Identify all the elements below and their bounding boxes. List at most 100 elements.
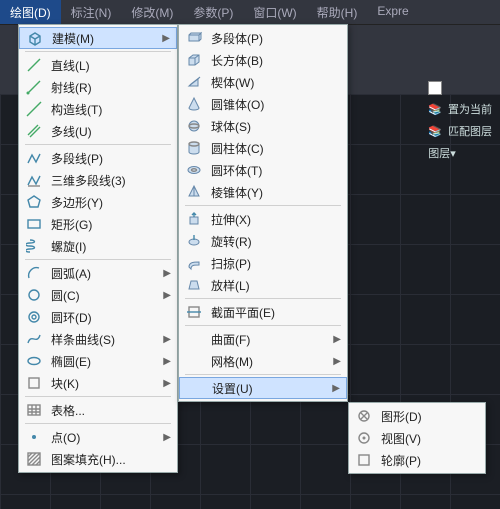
menu-item-label: 圆环体(T) — [211, 162, 341, 179]
torus-icon — [185, 161, 203, 179]
modeling-item[interactable]: 放样(L) — [179, 274, 347, 296]
modeling-item[interactable]: 扫掠(P) — [179, 252, 347, 274]
modeling-item[interactable]: 设置(U)▶ — [179, 377, 347, 399]
menu-item-label: 矩形(G) — [51, 216, 171, 233]
draw-item[interactable]: 多边形(Y) — [19, 191, 177, 213]
draw-item[interactable]: 块(K)▶ — [19, 372, 177, 394]
modeling-item[interactable]: 棱锥体(Y) — [179, 181, 347, 203]
menu-item[interactable]: 帮助(H) — [307, 0, 368, 24]
draw-item[interactable]: 椭圆(E)▶ — [19, 350, 177, 372]
menu-item-label: 建模(M) — [52, 30, 154, 47]
menu-item-label: 构造线(T) — [51, 101, 171, 118]
draw-item[interactable]: 射线(R) — [19, 76, 177, 98]
menu-item-label: 多线(U) — [51, 123, 171, 140]
menu-item[interactable]: 修改(M) — [121, 0, 183, 24]
draw-item[interactable]: 圆(C)▶ — [19, 284, 177, 306]
submenu-arrow-icon: ▶ — [162, 33, 170, 44]
menu-item-label: 圆(C) — [51, 287, 155, 304]
modeling-item[interactable]: 楔体(W) — [179, 71, 347, 93]
blank-icon — [185, 352, 203, 370]
menu-item-label: 多段体(P) — [211, 30, 341, 47]
menu-item-label: 拉伸(X) — [211, 211, 341, 228]
modeling-item[interactable]: 旋转(R) — [179, 230, 347, 252]
box-icon — [185, 51, 203, 69]
draw-item[interactable]: 构造线(T) — [19, 98, 177, 120]
separator — [185, 374, 341, 375]
menu-item-label: 多段线(P) — [51, 150, 171, 167]
separator — [185, 205, 341, 206]
modeling-item[interactable]: 球体(S) — [179, 115, 347, 137]
mline-icon — [25, 122, 43, 140]
circle-icon — [25, 286, 43, 304]
menu-item-label: 图案填充(H)... — [51, 451, 171, 468]
match-layer-button[interactable]: 匹配图层 — [448, 123, 492, 139]
menu-item-label: 螺旋(I) — [51, 238, 171, 255]
settings-item[interactable]: 图形(D) — [349, 405, 485, 427]
modeling-item[interactable]: 长方体(B) — [179, 49, 347, 71]
submenu-arrow-icon: ▶ — [163, 378, 171, 389]
menu-item[interactable]: 参数(P) — [183, 0, 243, 24]
ray-icon — [25, 78, 43, 96]
settings-item[interactable]: 轮廓(P) — [349, 449, 485, 471]
arc-icon — [25, 264, 43, 282]
menu-item-label: 圆环(D) — [51, 309, 171, 326]
pline3d-icon — [25, 171, 43, 189]
draw-menu: 建模(M) ▶ 直线(L) 射线(R) 构造线(T) 多线(U) 多段线(P) 三维多段线(3… — [18, 24, 178, 473]
modeling-item[interactable]: 圆柱体(C) — [179, 137, 347, 159]
menu-item[interactable]: Expre — [367, 0, 418, 24]
draw-item[interactable]: 直线(L) — [19, 54, 177, 76]
draw-item[interactable]: 三维多段线(3) — [19, 169, 177, 191]
draw-item[interactable]: 圆弧(A)▶ — [19, 262, 177, 284]
separator — [25, 51, 171, 52]
submenu-arrow-icon: ▶ — [163, 268, 171, 279]
menu-item-label: 图形(D) — [381, 408, 479, 425]
sweep-icon — [185, 254, 203, 272]
draw-item[interactable]: 点(O)▶ — [19, 426, 177, 448]
menu-item-label: 视图(V) — [381, 430, 479, 447]
menu-item-label: 点(O) — [51, 429, 155, 446]
modeling-item[interactable]: 网格(M)▶ — [179, 350, 347, 372]
draw-item[interactable]: 多段线(P) — [19, 147, 177, 169]
view-icon — [355, 429, 373, 447]
menu-item-label: 长方体(B) — [211, 52, 341, 69]
layer-dropdown[interactable]: 图层▾ — [428, 145, 456, 161]
menu-item[interactable]: 绘图(D) — [0, 0, 61, 24]
set-current-button[interactable]: 置为当前 — [448, 101, 492, 117]
loft-icon — [185, 276, 203, 294]
submenu-arrow-icon: ▶ — [163, 334, 171, 345]
submenu-arrow-icon: ▶ — [333, 356, 341, 367]
line-icon — [25, 56, 43, 74]
draw-item[interactable]: 建模(M) ▶ — [19, 27, 177, 49]
modeling-item[interactable]: 拉伸(X) — [179, 208, 347, 230]
revolve-icon — [185, 232, 203, 250]
menu-item-label: 放样(L) — [211, 277, 341, 294]
menu-item-label: 截面平面(E) — [211, 304, 341, 321]
modeling-item[interactable]: 曲面(F)▶ — [179, 328, 347, 350]
menu-item-label: 多边形(Y) — [51, 194, 171, 211]
menu-item[interactable]: 标注(N) — [61, 0, 122, 24]
menu-item-label: 扫掠(P) — [211, 255, 341, 272]
draw-item[interactable]: 多线(U) — [19, 120, 177, 142]
draw-item[interactable]: 表格... — [19, 399, 177, 421]
modeling-submenu: 多段体(P) 长方体(B) 楔体(W) 圆锥体(O)球体(S)圆柱体(C) 圆环体(T)… — [178, 24, 348, 402]
modeling-item[interactable]: 圆锥体(O) — [179, 93, 347, 115]
modeling-item[interactable]: 多段体(P) — [179, 27, 347, 49]
draw-item[interactable]: 图案填充(H)... — [19, 448, 177, 470]
draw-item[interactable]: 样条曲线(S)▶ — [19, 328, 177, 350]
draw-item[interactable]: 矩形(G) — [19, 213, 177, 235]
menu-item[interactable]: 窗口(W) — [243, 0, 306, 24]
settings-item[interactable]: 视图(V) — [349, 427, 485, 449]
modeling-item[interactable]: 圆环体(T) — [179, 159, 347, 181]
modeling-item[interactable]: 截面平面(E) — [179, 301, 347, 323]
separator — [25, 259, 171, 260]
blank-icon — [186, 379, 204, 397]
pline-icon — [25, 149, 43, 167]
block-icon — [25, 374, 43, 392]
draw-item[interactable]: 圆环(D) — [19, 306, 177, 328]
menubar: 绘图(D)标注(N)修改(M)参数(P)窗口(W)帮助(H)Expre — [0, 0, 500, 24]
draw-item[interactable]: 螺旋(I) — [19, 235, 177, 257]
menu-item-label: 楔体(W) — [211, 74, 341, 91]
menu-item-label: 射线(R) — [51, 79, 171, 96]
separator — [25, 396, 171, 397]
profile-icon — [355, 451, 373, 469]
